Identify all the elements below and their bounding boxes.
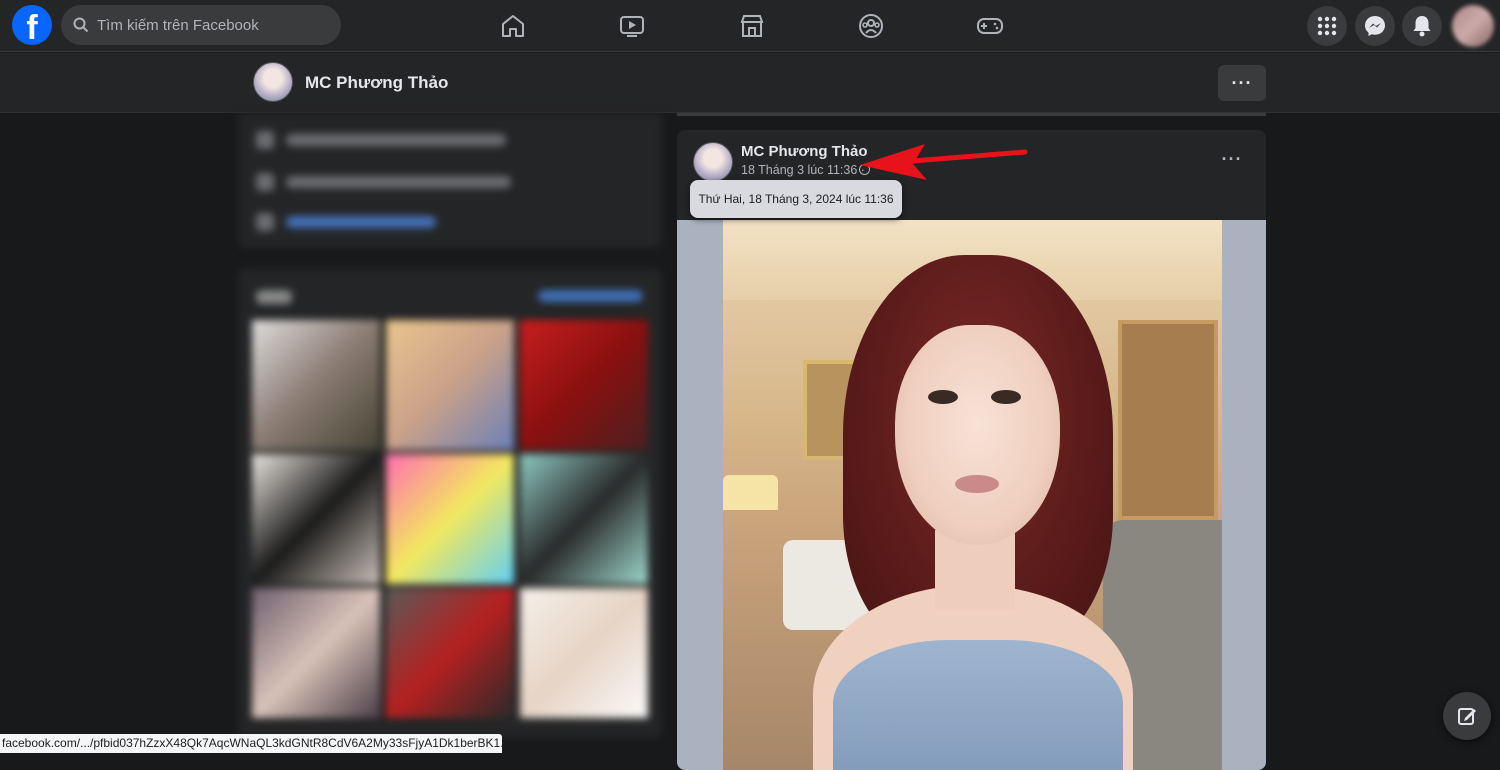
- new-message-icon: [1458, 708, 1476, 725]
- nav-marketplace[interactable]: [732, 6, 772, 46]
- notifications-icon: [1413, 16, 1431, 37]
- red-arrow-annotation: [860, 144, 1028, 180]
- profile-avatar[interactable]: [253, 62, 293, 102]
- post-author-name[interactable]: MC Phương Thảo: [741, 143, 868, 160]
- messenger-icon: [1365, 16, 1385, 36]
- account-avatar[interactable]: [1452, 5, 1494, 47]
- profile-more-button[interactable]: ···: [1218, 65, 1266, 101]
- nav-gaming[interactable]: [970, 6, 1010, 46]
- intro-card-blurred: [238, 113, 662, 248]
- home-icon: [502, 15, 524, 37]
- messenger-button[interactable]: [1355, 6, 1395, 46]
- photos-card-blurred: [238, 268, 662, 738]
- status-bar-url: facebook.com/.../pfbid037hZzxX48Qk7AqcWN…: [0, 734, 502, 753]
- marketplace-icon: [740, 15, 764, 37]
- post-author-avatar[interactable]: [693, 142, 733, 182]
- post-card: MC Phương Thảo 18 Tháng 3 lúc 11:36 · ··…: [677, 130, 1266, 770]
- post-timestamp[interactable]: 18 Tháng 3 lúc 11:36 ·: [741, 163, 865, 177]
- nav-home[interactable]: [493, 6, 533, 46]
- search-box[interactable]: [61, 5, 341, 45]
- timestamp-tooltip: Thứ Hai, 18 Tháng 3, 2024 lúc 11:36: [690, 180, 902, 218]
- profile-sticky-header: MC Phương Thảo ···: [0, 53, 1500, 113]
- gaming-icon: [977, 18, 1003, 34]
- search-input[interactable]: [97, 16, 317, 34]
- menu-button[interactable]: [1307, 6, 1347, 46]
- post-more-button[interactable]: ···: [1217, 146, 1247, 176]
- groups-icon: [859, 14, 883, 38]
- post-photo-container[interactable]: [677, 220, 1266, 770]
- post-photo[interactable]: [723, 220, 1222, 770]
- menu-grid-icon: [1317, 16, 1337, 36]
- search-icon: [73, 17, 89, 33]
- nav-groups[interactable]: [851, 6, 891, 46]
- notifications-button[interactable]: [1402, 6, 1442, 46]
- top-navigation-bar: f: [0, 0, 1500, 52]
- previous-post-edge: [677, 113, 1266, 116]
- video-icon: [620, 16, 644, 37]
- facebook-logo[interactable]: f: [12, 5, 52, 45]
- nav-video[interactable]: [612, 6, 652, 46]
- new-message-button[interactable]: [1443, 692, 1491, 740]
- profile-name[interactable]: MC Phương Thảo: [305, 73, 448, 93]
